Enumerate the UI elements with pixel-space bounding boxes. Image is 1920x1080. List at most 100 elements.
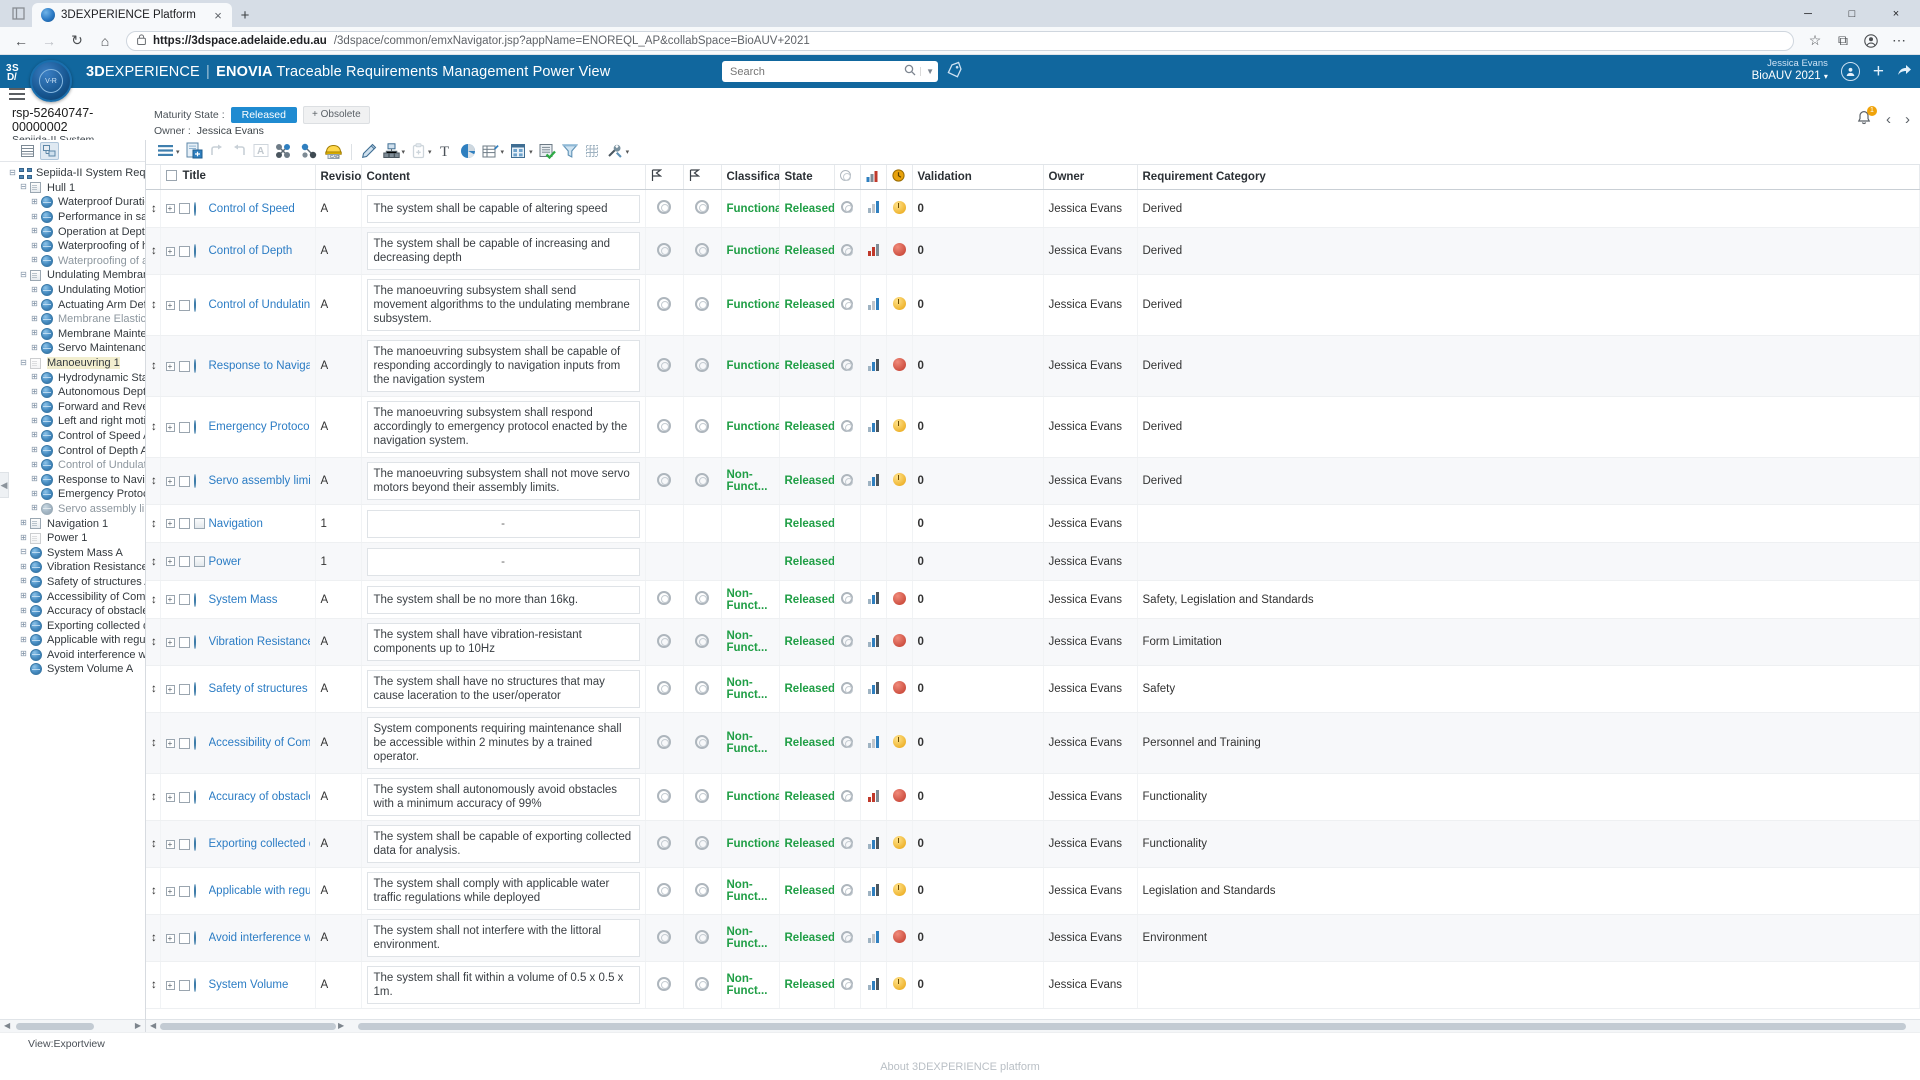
cell-indicator-2[interactable]	[683, 619, 721, 666]
chevron-down-icon[interactable]: ▼	[920, 67, 934, 76]
cell-indicator-1[interactable]	[645, 821, 683, 868]
table-row[interactable]: ↕+Exporting collected dataAThe system sh…	[146, 821, 1920, 868]
chart-button[interactable]	[457, 141, 479, 163]
hamburger-menu-icon[interactable]	[9, 88, 25, 103]
cell-indicator-2[interactable]	[683, 713, 721, 774]
next-button[interactable]: ›	[1905, 111, 1910, 128]
table-row[interactable]: ↕+Power1-Released0Jessica Evans	[146, 543, 1920, 581]
cell-indicator-3[interactable]	[834, 228, 860, 275]
cell-title[interactable]: +Control of Depth	[160, 228, 315, 275]
column-header-icon4[interactable]	[860, 165, 886, 190]
row-drag-handle[interactable]: ↕	[146, 458, 160, 505]
cell-content[interactable]: The system shall have no structures that…	[361, 666, 645, 713]
cell-indicator-1[interactable]	[645, 275, 683, 336]
cell-indicator-5[interactable]	[886, 868, 912, 915]
about-link[interactable]: About 3DEXPERIENCE platform	[880, 1061, 1040, 1073]
cell-indicator-5[interactable]	[886, 713, 912, 774]
expand-icon[interactable]: ⊞	[30, 256, 39, 265]
requirement-link[interactable]: Safety of structures	[209, 683, 308, 695]
favorite-icon[interactable]: ☆	[1802, 29, 1828, 53]
cell-content[interactable]: The manoeuvring subsystem shall not move…	[361, 458, 645, 505]
cell-indicator-1[interactable]	[645, 774, 683, 821]
cell-indicator-3[interactable]	[834, 619, 860, 666]
cell-indicator-3[interactable]	[834, 915, 860, 962]
clipboard-button[interactable]: ▾	[408, 141, 435, 163]
tree-item[interactable]: ⊞Emergency Protocol	[0, 487, 145, 502]
export-button[interactable]	[581, 141, 604, 163]
address-bar[interactable]: https://3dspace.adelaide.edu.au/3dspace/…	[126, 31, 1794, 51]
scroll-left-icon[interactable]: ◀	[150, 1021, 156, 1030]
filter-button[interactable]	[559, 141, 581, 163]
column-header-classification[interactable]: Classification	[721, 165, 779, 190]
cell-indicator-4[interactable]	[860, 336, 886, 397]
cell-indicator-4[interactable]	[860, 774, 886, 821]
column-header-state[interactable]: State	[779, 165, 834, 190]
row-checkbox[interactable]	[179, 518, 190, 529]
collapse-icon[interactable]: ⊟	[19, 183, 28, 192]
expand-icon[interactable]: +	[166, 362, 175, 371]
row-drag-handle[interactable]: ↕	[146, 821, 160, 868]
row-checkbox[interactable]	[179, 684, 190, 695]
cell-indicator-2[interactable]	[683, 228, 721, 275]
row-drag-handle[interactable]: ↕	[146, 774, 160, 821]
minimize-button[interactable]: ─	[1786, 0, 1830, 27]
tree-item[interactable]: ⊞Autonomous Depth	[0, 385, 145, 400]
expand-icon[interactable]: ⊞	[30, 213, 39, 222]
cell-title[interactable]: +Exporting collected data	[160, 821, 315, 868]
expand-icon[interactable]: ⊞	[19, 577, 28, 586]
cell-title[interactable]: +System Mass	[160, 581, 315, 619]
cell-indicator-1[interactable]	[645, 505, 683, 543]
row-checkbox[interactable]	[179, 594, 190, 605]
row-drag-handle[interactable]: ↕	[146, 868, 160, 915]
row-drag-handle[interactable]: ↕	[146, 619, 160, 666]
tree-item[interactable]: ⊞Actuating Arm Defor	[0, 297, 145, 312]
expand-icon[interactable]: ⊞	[19, 650, 28, 659]
cell-content[interactable]: The manoeuvring subsystem shall respond …	[361, 397, 645, 458]
cell-indicator-3[interactable]	[834, 458, 860, 505]
requirement-link[interactable]: Control of Undulating	[209, 299, 310, 311]
scroll-left-icon[interactable]: ◀	[4, 1021, 10, 1030]
chevron-down-icon[interactable]: ▾	[501, 148, 505, 156]
expand-icon[interactable]: +	[166, 557, 175, 566]
expand-icon[interactable]: ⊞	[30, 446, 39, 455]
cell-indicator-5[interactable]	[886, 336, 912, 397]
column-header-category[interactable]: Requirement Category	[1137, 165, 1920, 190]
expand-icon[interactable]: ⊞	[30, 431, 39, 440]
requirement-link[interactable]: Response to Navigat	[209, 360, 310, 372]
expand-icon[interactable]: +	[166, 204, 175, 213]
browser-tab[interactable]: 3DEXPERIENCE Platform ×	[32, 3, 232, 27]
tree-item[interactable]: ⊞Membrane Maintena	[0, 327, 145, 342]
cell-indicator-1[interactable]	[645, 868, 683, 915]
new-tab-button[interactable]: +	[232, 3, 258, 27]
row-checkbox[interactable]	[179, 476, 190, 487]
expand-icon[interactable]: ⊞	[30, 504, 39, 513]
cell-indicator-5[interactable]	[886, 190, 912, 228]
column-header-validation[interactable]: Validation	[912, 165, 1043, 190]
expand-icon[interactable]: ⊞	[30, 417, 39, 426]
row-checkbox[interactable]	[179, 839, 190, 850]
notifications-button[interactable]: 1	[1856, 110, 1872, 129]
expand-icon[interactable]: ⊞	[30, 300, 39, 309]
row-drag-handle[interactable]: ↕	[146, 543, 160, 581]
cell-title[interactable]: +Applicable with regulatio	[160, 868, 315, 915]
table-row[interactable]: ↕+Control of DepthAThe system shall be c…	[146, 228, 1920, 275]
cell-indicator-2[interactable]	[683, 962, 721, 1009]
expand-icon[interactable]: ⊞	[30, 315, 39, 324]
new-requirement-button[interactable]	[183, 141, 206, 163]
requirement-link[interactable]: Navigation	[209, 518, 263, 530]
table-scroll-thumb-main[interactable]	[358, 1023, 1906, 1030]
expand-icon[interactable]: ⊞	[19, 519, 28, 528]
collections-icon[interactable]: ⧉	[1830, 29, 1856, 53]
chevron-down-icon[interactable]: ▾	[428, 148, 432, 156]
tag-icon[interactable]	[945, 61, 967, 85]
cell-indicator-4[interactable]	[860, 228, 886, 275]
cell-indicator-2[interactable]	[683, 821, 721, 868]
tree-item[interactable]: ⊞Membrane Elasticity	[0, 312, 145, 327]
expand-icon[interactable]: ⊞	[30, 388, 39, 397]
user-block[interactable]: Jessica Evans BioAUV 2021 ▾	[1752, 59, 1828, 83]
cell-indicator-2[interactable]	[683, 190, 721, 228]
table-row[interactable]: ↕+Emergency ProtocolAThe manoeuvring sub…	[146, 397, 1920, 458]
row-drag-handle[interactable]: ↕	[146, 915, 160, 962]
cell-indicator-4[interactable]	[860, 713, 886, 774]
expand-icon[interactable]: +	[166, 685, 175, 694]
